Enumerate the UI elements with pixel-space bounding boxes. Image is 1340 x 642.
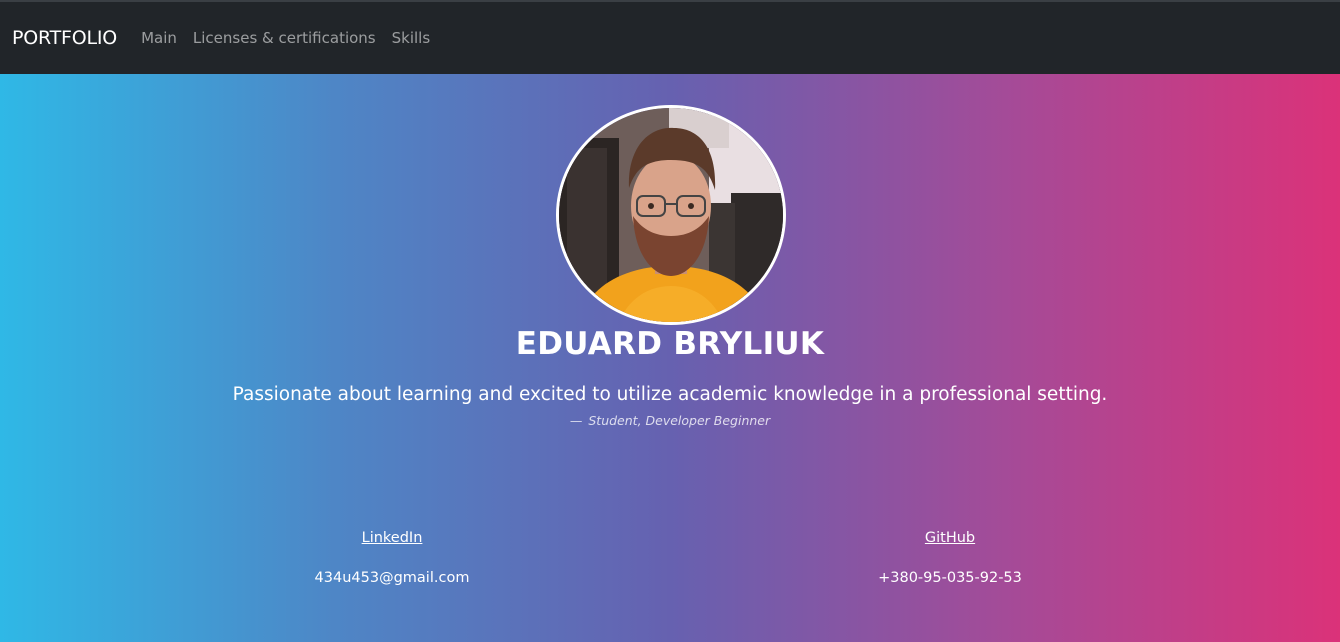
citation-text: Student, Developer Beginner — [588, 413, 771, 428]
avatar-photo — [559, 108, 783, 322]
nav-link-main[interactable]: Main — [133, 29, 185, 47]
navbar: PORTFOLIO Main Licenses & certifications… — [0, 0, 1340, 74]
nav-links: Main Licenses & certifications Skills — [133, 29, 438, 47]
portfolio-page: PORTFOLIO Main Licenses & certifications… — [0, 0, 1340, 642]
citation-dash: — — [569, 413, 583, 428]
nav-link-skills[interactable]: Skills — [384, 29, 439, 47]
quote-citation: — Student, Developer Beginner — [0, 413, 1340, 428]
github-link[interactable]: GitHub — [925, 530, 975, 546]
linkedin-link[interactable]: LinkedIn — [362, 530, 423, 546]
navbar-brand[interactable]: PORTFOLIO — [12, 27, 117, 49]
avatar — [556, 105, 786, 325]
nav-link-licenses[interactable]: Licenses & certifications — [185, 29, 384, 47]
profile-quote: Passionate about learning and excited to… — [232, 384, 1108, 405]
profile-name: EDUARD BRYLIUK — [515, 326, 825, 362]
phone-text: +380-95-035-92-53 — [878, 570, 1022, 586]
hero-section: EDUARD BRYLIUK Passionate about learning… — [0, 74, 1340, 642]
email-text: 434u453@gmail.com — [314, 570, 470, 586]
